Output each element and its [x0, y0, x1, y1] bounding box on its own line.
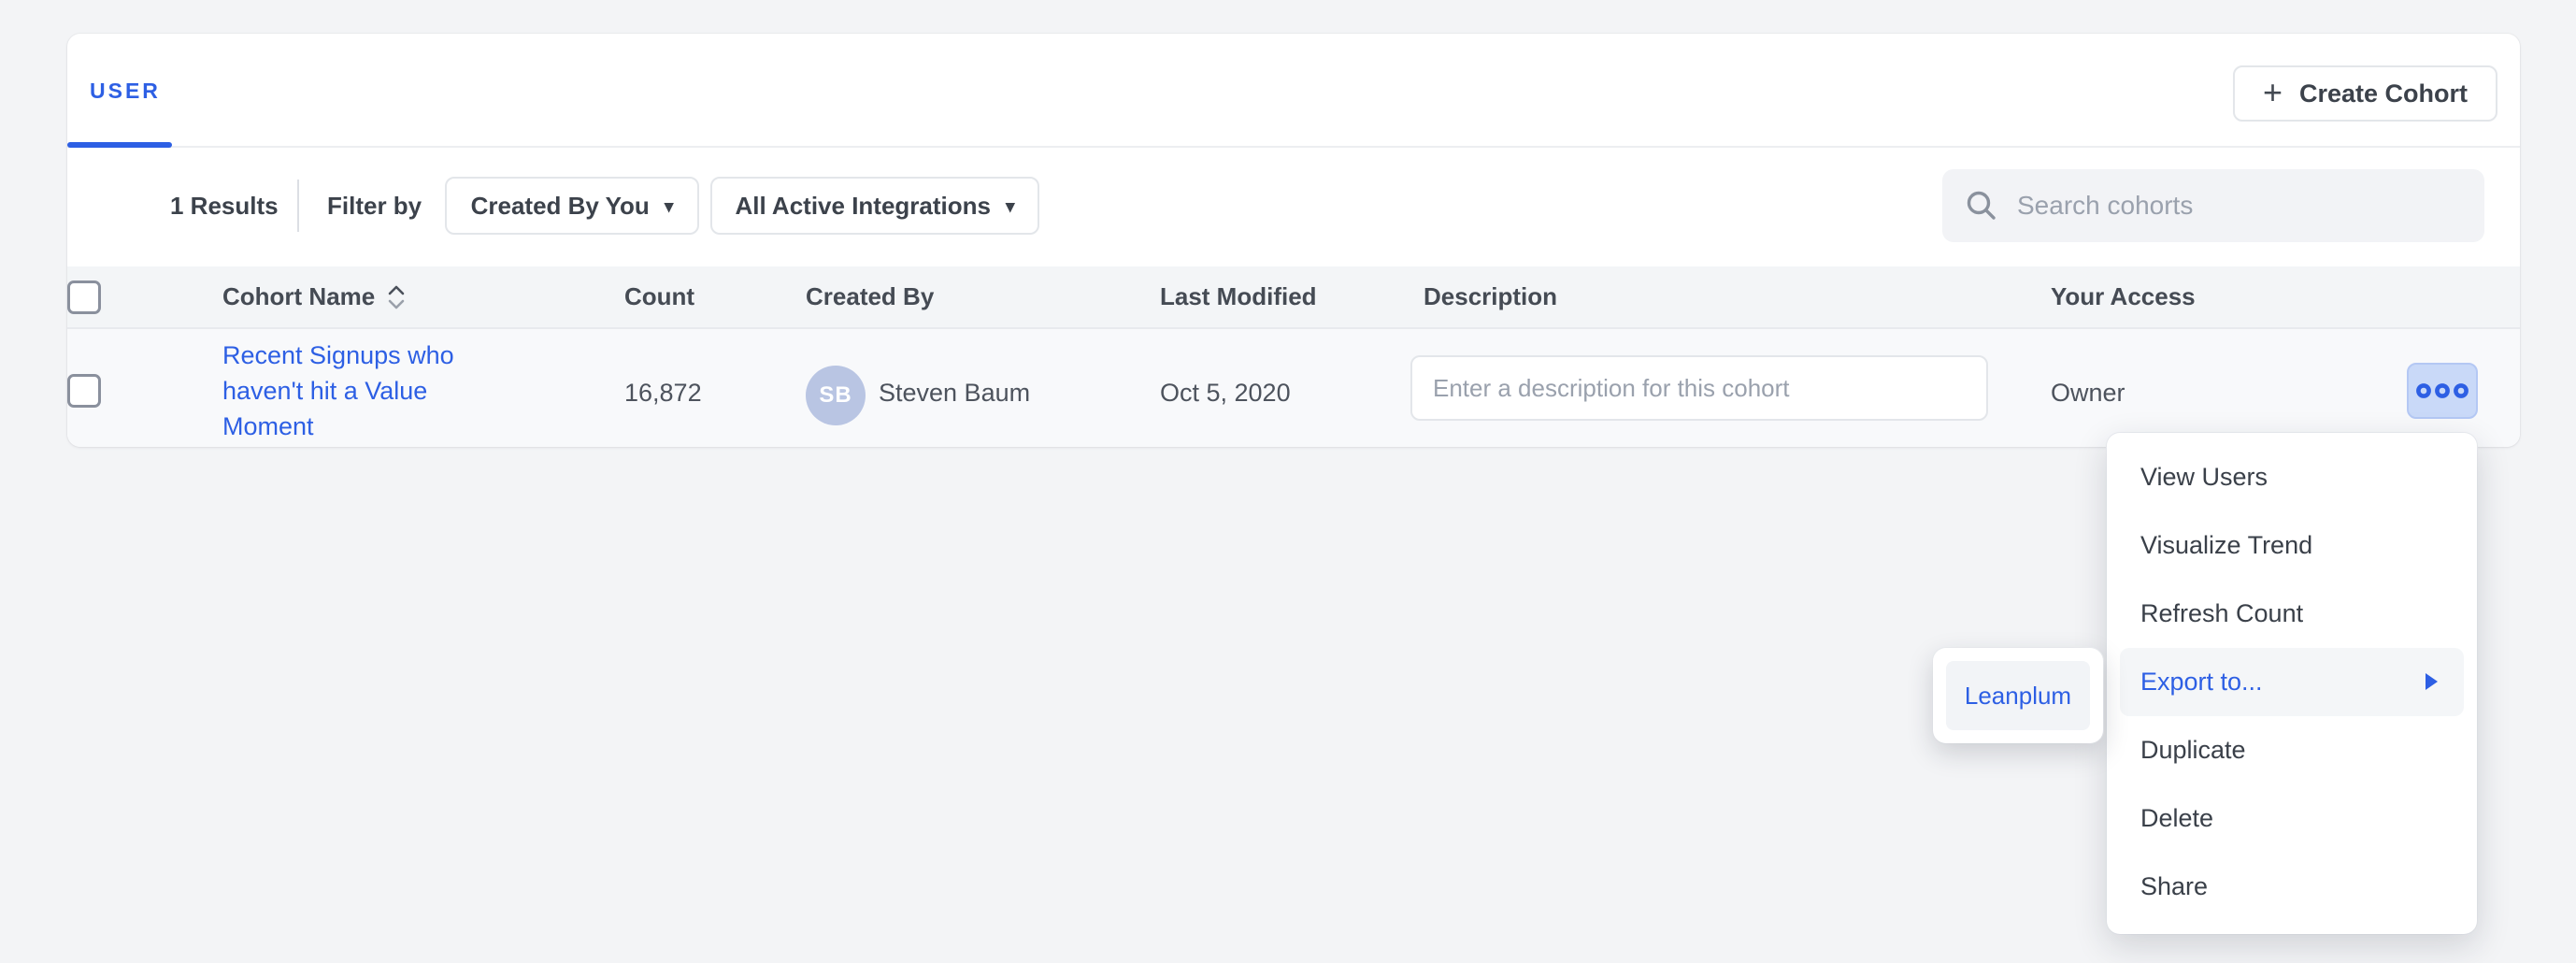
menu-item-export-to-label: Export to...: [2140, 668, 2263, 696]
column-header-cohort-name[interactable]: Cohort Name: [222, 266, 407, 327]
column-header-count: Count: [624, 266, 694, 327]
submenu-arrow-icon: [2426, 673, 2438, 690]
menu-item-visualize-trend[interactable]: Visualize Trend: [2107, 511, 2477, 580]
search-icon: [1965, 189, 1998, 223]
search-input[interactable]: [2017, 191, 2462, 221]
row-actions-button[interactable]: [2407, 363, 2478, 419]
create-cohort-label: Create Cohort: [2299, 79, 2468, 108]
menu-item-refresh-count[interactable]: Refresh Count: [2107, 580, 2477, 648]
created-by-filter-dropdown[interactable]: Created By You ▾: [445, 177, 699, 235]
plus-icon: +: [2263, 76, 2283, 109]
tab-bar: USER + Create Cohort: [67, 34, 2520, 148]
export-submenu: Leanplum: [1933, 648, 2103, 743]
column-header-last-modified: Last Modified: [1160, 266, 1317, 327]
select-all-checkbox[interactable]: [67, 280, 101, 314]
menu-item-view-users[interactable]: View Users: [2107, 443, 2477, 511]
column-header-description: Description: [1424, 266, 1557, 327]
created-by-filter-value: Created By You: [471, 192, 650, 221]
chevron-down-icon: ▾: [1006, 196, 1015, 218]
cohorts-card: USER + Create Cohort 1 Results Filter by…: [67, 34, 2520, 447]
menu-item-share[interactable]: Share: [2107, 853, 2477, 921]
access-value: Owner: [2051, 378, 2125, 408]
menu-item-duplicate[interactable]: Duplicate: [2107, 716, 2477, 784]
cohorts-page: USER + Create Cohort 1 Results Filter by…: [0, 0, 2576, 963]
column-header-your-access: Your Access: [2051, 266, 2196, 327]
last-modified-date: Oct 5, 2020: [1160, 378, 1291, 408]
row-context-menu: View Users Visualize Trend Refresh Count…: [2107, 433, 2477, 934]
integrations-filter-dropdown[interactable]: All Active Integrations ▾: [710, 177, 1039, 235]
avatar: SB: [806, 366, 866, 425]
created-by-name: Steven Baum: [879, 378, 1030, 408]
table-row: Recent Signups who haven't hit a Value M…: [67, 329, 2520, 447]
submenu-item-leanplum[interactable]: Leanplum: [1946, 661, 2090, 730]
menu-item-delete[interactable]: Delete: [2107, 784, 2477, 853]
search-box: [1942, 169, 2484, 242]
menu-item-export-to[interactable]: Export to...: [2120, 648, 2464, 716]
tab-user[interactable]: USER: [67, 34, 183, 148]
filter-by-label: Filter by: [327, 192, 422, 221]
cohort-count: 16,872: [624, 378, 702, 408]
results-count: 1 Results: [170, 192, 279, 221]
toolbar-divider: [297, 180, 299, 232]
row-checkbox[interactable]: [67, 374, 101, 408]
chevron-down-icon: ▾: [665, 196, 674, 218]
table-header: Cohort Name Count Created By Last Modifi…: [67, 266, 2520, 329]
tab-user-label: USER: [90, 79, 161, 104]
create-cohort-button[interactable]: + Create Cohort: [2233, 65, 2497, 122]
integrations-filter-value: All Active Integrations: [735, 192, 991, 221]
description-input[interactable]: [1410, 355, 1988, 421]
cohort-name-link[interactable]: Recent Signups who haven't hit a Value M…: [222, 338, 469, 444]
more-dots-icon: [2415, 381, 2469, 400]
toolbar: 1 Results Filter by Created By You ▾ All…: [67, 148, 2520, 266]
sort-icon: [386, 283, 407, 311]
column-header-created-by: Created By: [806, 266, 934, 327]
